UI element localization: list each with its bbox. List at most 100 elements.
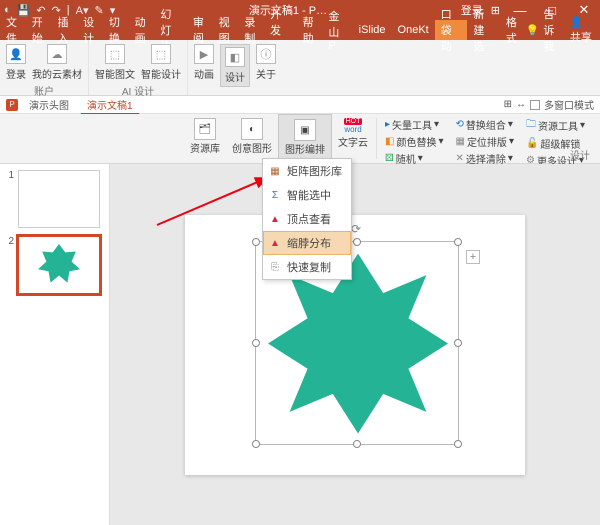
- tab-file[interactable]: 文件: [0, 20, 26, 40]
- design-button-active[interactable]: ◧ 设计: [220, 44, 250, 87]
- creative-button[interactable]: ◐ 创意图形: [226, 114, 278, 163]
- thumb-star-icon: [38, 244, 80, 286]
- handle-n[interactable]: [353, 238, 361, 246]
- handle-s[interactable]: [353, 440, 361, 448]
- tab-home[interactable]: 开始: [26, 20, 52, 40]
- wordcloud-button[interactable]: HOT word 文字云: [332, 114, 374, 163]
- thumb-1[interactable]: 1: [4, 170, 109, 228]
- powerpoint-icon: P: [6, 99, 18, 111]
- tab-record[interactable]: 录制: [238, 20, 264, 40]
- document-tabs: P 演示头图 演示文稿1 ⊞ ↔ 多窗口模式: [0, 96, 600, 114]
- slide-canvas[interactable]: ⟳ +: [185, 215, 525, 475]
- smart-graphic-icon: ⬚: [105, 44, 125, 64]
- group-ai: ⬚ 智能图文 ⬚ 智能设计 AI 设计: [89, 40, 188, 95]
- add-button[interactable]: +: [466, 250, 480, 264]
- smart-design-button[interactable]: ⬚ 智能设计: [141, 44, 181, 81]
- tell-me[interactable]: 告诉我: [543, 6, 564, 54]
- handle-nw[interactable]: [252, 238, 260, 246]
- font-color-icon[interactable]: A▾: [76, 4, 89, 17]
- thumb-1-preview: [18, 170, 100, 228]
- save-icon[interactable]: 💾: [17, 4, 31, 17]
- anim-button[interactable]: ▶ 动画: [194, 44, 214, 87]
- tab-design[interactable]: 设计: [77, 20, 103, 40]
- creative-icon: ◐: [241, 118, 263, 140]
- tab-view[interactable]: 视图: [213, 20, 239, 40]
- qat-sep-icon: |: [67, 4, 70, 16]
- arrow-icon[interactable]: ↔: [516, 99, 526, 110]
- cloud-icon: ☁: [47, 44, 67, 64]
- menu-item-quick-copy[interactable]: ⎘ 快速复制: [263, 255, 351, 279]
- tab-animation[interactable]: 动画: [129, 20, 155, 40]
- resource-button[interactable]: 🗂 资源库: [184, 114, 226, 163]
- tab-onekey[interactable]: OneKt: [392, 20, 435, 40]
- smart-graphic-button[interactable]: ⬚ 智能图文: [95, 44, 135, 81]
- anim-icon: ▶: [194, 44, 214, 64]
- resource-tool-button[interactable]: 🗀资源工具▾: [526, 117, 585, 134]
- shape-edit-icon: ▣: [294, 119, 316, 141]
- login-large-button[interactable]: 👤 登录: [6, 44, 26, 81]
- user-icon: 👤: [6, 44, 26, 64]
- format-painter-icon[interactable]: ✎: [95, 4, 104, 17]
- menu-item-vertex-view[interactable]: ▲ 顶点查看: [263, 207, 351, 231]
- tell-me-icon[interactable]: 💡: [526, 24, 540, 37]
- handle-w[interactable]: [252, 339, 260, 347]
- ribbon-upper: 👤 登录 ☁ 我的云素材 账户 ⬚ 智能图文 ⬚ 智能设计 AI 设计 ▶: [0, 40, 600, 96]
- smart-design-icon: ⬚: [151, 44, 171, 64]
- menu-item-smart-select[interactable]: Σ 智能选中: [263, 183, 351, 207]
- rotate-handle-icon[interactable]: ⟳: [351, 222, 361, 236]
- undo-icon[interactable]: ↶: [36, 4, 45, 17]
- handle-sw[interactable]: [252, 440, 260, 448]
- my-materials-button[interactable]: ☁ 我的云素材: [32, 44, 82, 81]
- tab-pocket[interactable]: 口袋动: [435, 20, 468, 40]
- design-icon: ◧: [225, 47, 245, 67]
- tab-addin1[interactable]: 金山P: [322, 20, 352, 40]
- quick-access-toolbar: ◐ 💾 ↶ ↷ | A▾ ✎ ▾: [4, 4, 115, 17]
- tab-format[interactable]: 格式: [500, 20, 526, 40]
- autosave-toggle-icon[interactable]: ◐: [4, 4, 11, 16]
- tab-slideshow[interactable]: 幻灯片: [154, 20, 187, 40]
- thumb-2-preview: [18, 236, 100, 294]
- hot-badge: HOT: [344, 118, 363, 125]
- tab-help[interactable]: 帮助: [297, 20, 323, 40]
- color-replace-button[interactable]: ◧颜色替换▾: [385, 134, 443, 149]
- canvas-area[interactable]: ⟳ +: [110, 164, 600, 525]
- share-button[interactable]: 👤 共享: [564, 16, 600, 45]
- tab-review[interactable]: 审阅: [187, 20, 213, 40]
- thumb-2[interactable]: 2: [4, 236, 109, 294]
- group-account: 👤 登录 ☁ 我的云素材 账户: [0, 40, 89, 95]
- handle-ne[interactable]: [454, 238, 462, 246]
- group-label-design: 设计: [570, 147, 590, 162]
- handle-se[interactable]: [454, 440, 462, 448]
- checkbox-multi-window[interactable]: [530, 100, 540, 110]
- tab-transition[interactable]: 切换: [103, 20, 129, 40]
- shape-edit-button[interactable]: ▣ 图形编排: [278, 114, 332, 163]
- col-tools-1: ▸矢量工具▾ ◧颜色替换▾ ⚄随机▾: [379, 114, 449, 163]
- tab-newtab[interactable]: 新建选: [467, 20, 500, 40]
- about-icon: ⓘ: [256, 44, 276, 64]
- menu-item-matrix[interactable]: ▦ 矩阵图形库: [263, 159, 351, 183]
- col-tools-2: ⟲替换组合▾ ▦定位排版▾ ✕选择清除▾: [449, 114, 519, 163]
- handle-e[interactable]: [454, 339, 462, 347]
- triangle-icon-2: ▲: [269, 237, 281, 249]
- copy-icon: ⎘: [269, 261, 281, 273]
- matrix-icon: ▦: [269, 165, 281, 177]
- star-shape[interactable]: [268, 254, 448, 434]
- vector-button[interactable]: ▸矢量工具▾: [385, 117, 443, 132]
- replace-combo-button[interactable]: ⟲替换组合▾: [455, 117, 513, 132]
- tab-islide[interactable]: iSlide: [353, 20, 392, 40]
- position-button[interactable]: ▦定位排版▾: [455, 134, 513, 149]
- slide-thumbnails: 1 2: [0, 164, 110, 525]
- tab-insert[interactable]: 插入: [51, 20, 77, 40]
- tab-developer[interactable]: 开发工: [264, 20, 297, 40]
- sigma-icon: Σ: [269, 189, 281, 201]
- resource-icon: 🗂: [194, 118, 216, 140]
- grid-icon[interactable]: ⊞: [504, 99, 512, 110]
- triangle-icon: ▲: [269, 213, 281, 225]
- redo-icon[interactable]: ↷: [52, 4, 61, 17]
- doc-tab-2[interactable]: 演示文稿1: [80, 95, 140, 115]
- qat-more-icon[interactable]: ▾: [110, 4, 116, 17]
- doc-tab-1[interactable]: 演示头图: [22, 95, 76, 114]
- about-button[interactable]: ⓘ 关于: [256, 44, 276, 87]
- shape-edit-dropdown: ▦ 矩阵图形库 Σ 智能选中 ▲ 顶点查看 ▲ 缩脖分布 ⎘ 快速复制: [262, 158, 352, 280]
- menu-item-shrink-dist[interactable]: ▲ 缩脖分布: [263, 231, 351, 255]
